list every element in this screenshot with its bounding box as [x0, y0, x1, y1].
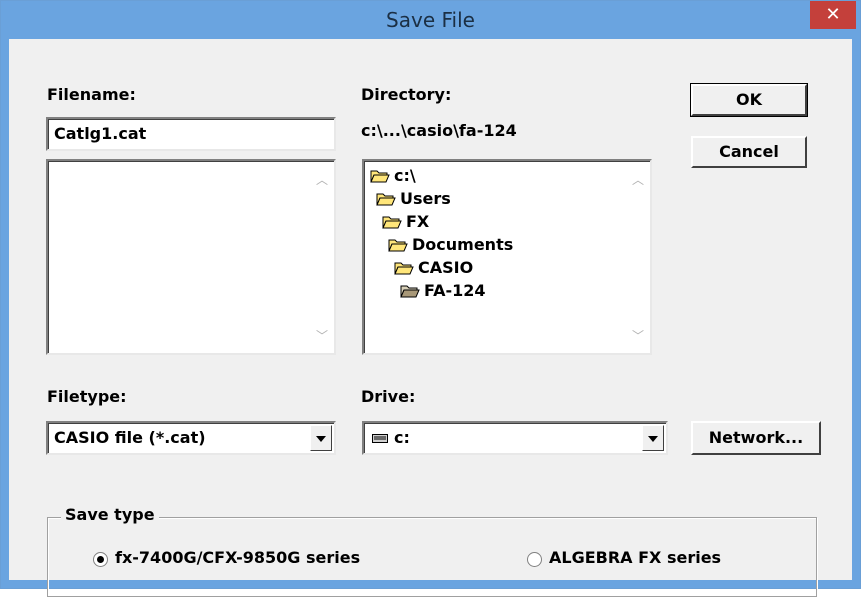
tree-item-label: CASIO — [418, 258, 474, 277]
filename-label: Filename: — [47, 85, 136, 104]
tree-item-label: FX — [406, 212, 430, 231]
scroll-up-icon[interactable]: ︿ — [632, 174, 644, 186]
tree-item-casio[interactable]: CASIO — [394, 257, 473, 279]
network-button[interactable]: Network... — [691, 421, 821, 455]
scroll-down-icon[interactable]: ﹀ — [316, 330, 328, 342]
tree-item-label: FA-124 — [424, 281, 486, 300]
open-folder-grey-icon — [400, 285, 420, 298]
filetype-label: Filetype: — [47, 387, 127, 406]
file-list[interactable]: ︿ ﹀ — [46, 159, 336, 355]
dialog-body: Filename: Catlg1.cat ︿ ﹀ Directory: c:\.… — [9, 39, 852, 597]
open-folder-icon — [394, 262, 414, 275]
drive-dropdown[interactable]: c: — [362, 421, 668, 455]
scroll-down-icon[interactable]: ﹀ — [632, 330, 644, 342]
drive-value: c: — [394, 428, 410, 447]
tree-item-fa-124[interactable]: FA-124 — [400, 280, 486, 302]
scroll-up-icon[interactable]: ︿ — [316, 174, 328, 186]
open-folder-icon — [388, 239, 408, 252]
radio-algebra-fx[interactable] — [527, 552, 542, 567]
open-folder-icon — [376, 193, 396, 206]
drive-label: Drive: — [361, 387, 416, 406]
directory-tree[interactable]: c:\ Users FX Documents CASIO FA-124 ︿ ﹀ — [362, 159, 652, 355]
tree-item-c[interactable]: c:\ — [370, 165, 416, 187]
tree-item-users[interactable]: Users — [376, 188, 451, 210]
tree-item-label: Documents — [412, 235, 514, 254]
filename-value: Catlg1.cat — [54, 124, 147, 143]
save-type-legend: Save type — [61, 505, 159, 524]
title-bar[interactable]: Save File ✕ — [1, 1, 860, 39]
tree-item-documents[interactable]: Documents — [388, 234, 513, 256]
save-file-dialog: Save File ✕ Filename: Catlg1.cat ︿ ﹀ Dir… — [0, 0, 861, 597]
radio-fx-7400g[interactable] — [93, 552, 108, 567]
radio-selected-dot — [97, 556, 104, 563]
radio-fx-7400g-label[interactable]: fx-7400G/CFX-9850G series — [115, 548, 360, 567]
directory-label: Directory: — [361, 85, 452, 104]
ok-button[interactable]: OK — [690, 83, 808, 117]
radio-algebra-fx-label[interactable]: ALGEBRA FX series — [549, 548, 721, 567]
tree-item-label: c:\ — [394, 166, 416, 185]
close-icon: ✕ — [825, 4, 841, 25]
cancel-button[interactable]: Cancel — [691, 136, 807, 168]
open-folder-icon — [382, 216, 402, 229]
window-title: Save File — [386, 8, 475, 32]
chevron-down-icon[interactable] — [310, 425, 332, 451]
filetype-dropdown[interactable]: CASIO file (*.cat) — [46, 421, 336, 455]
open-folder-icon — [370, 170, 390, 183]
close-button[interactable]: ✕ — [810, 1, 856, 29]
filename-input[interactable]: Catlg1.cat — [46, 117, 336, 151]
directory-path: c:\...\casio\fa-124 — [361, 121, 517, 140]
tree-item-label: Users — [400, 189, 451, 208]
chevron-down-icon[interactable] — [642, 425, 664, 451]
filetype-value: CASIO file (*.cat) — [54, 428, 206, 447]
tree-item-fx[interactable]: FX — [382, 211, 429, 233]
drive-icon — [372, 434, 388, 443]
